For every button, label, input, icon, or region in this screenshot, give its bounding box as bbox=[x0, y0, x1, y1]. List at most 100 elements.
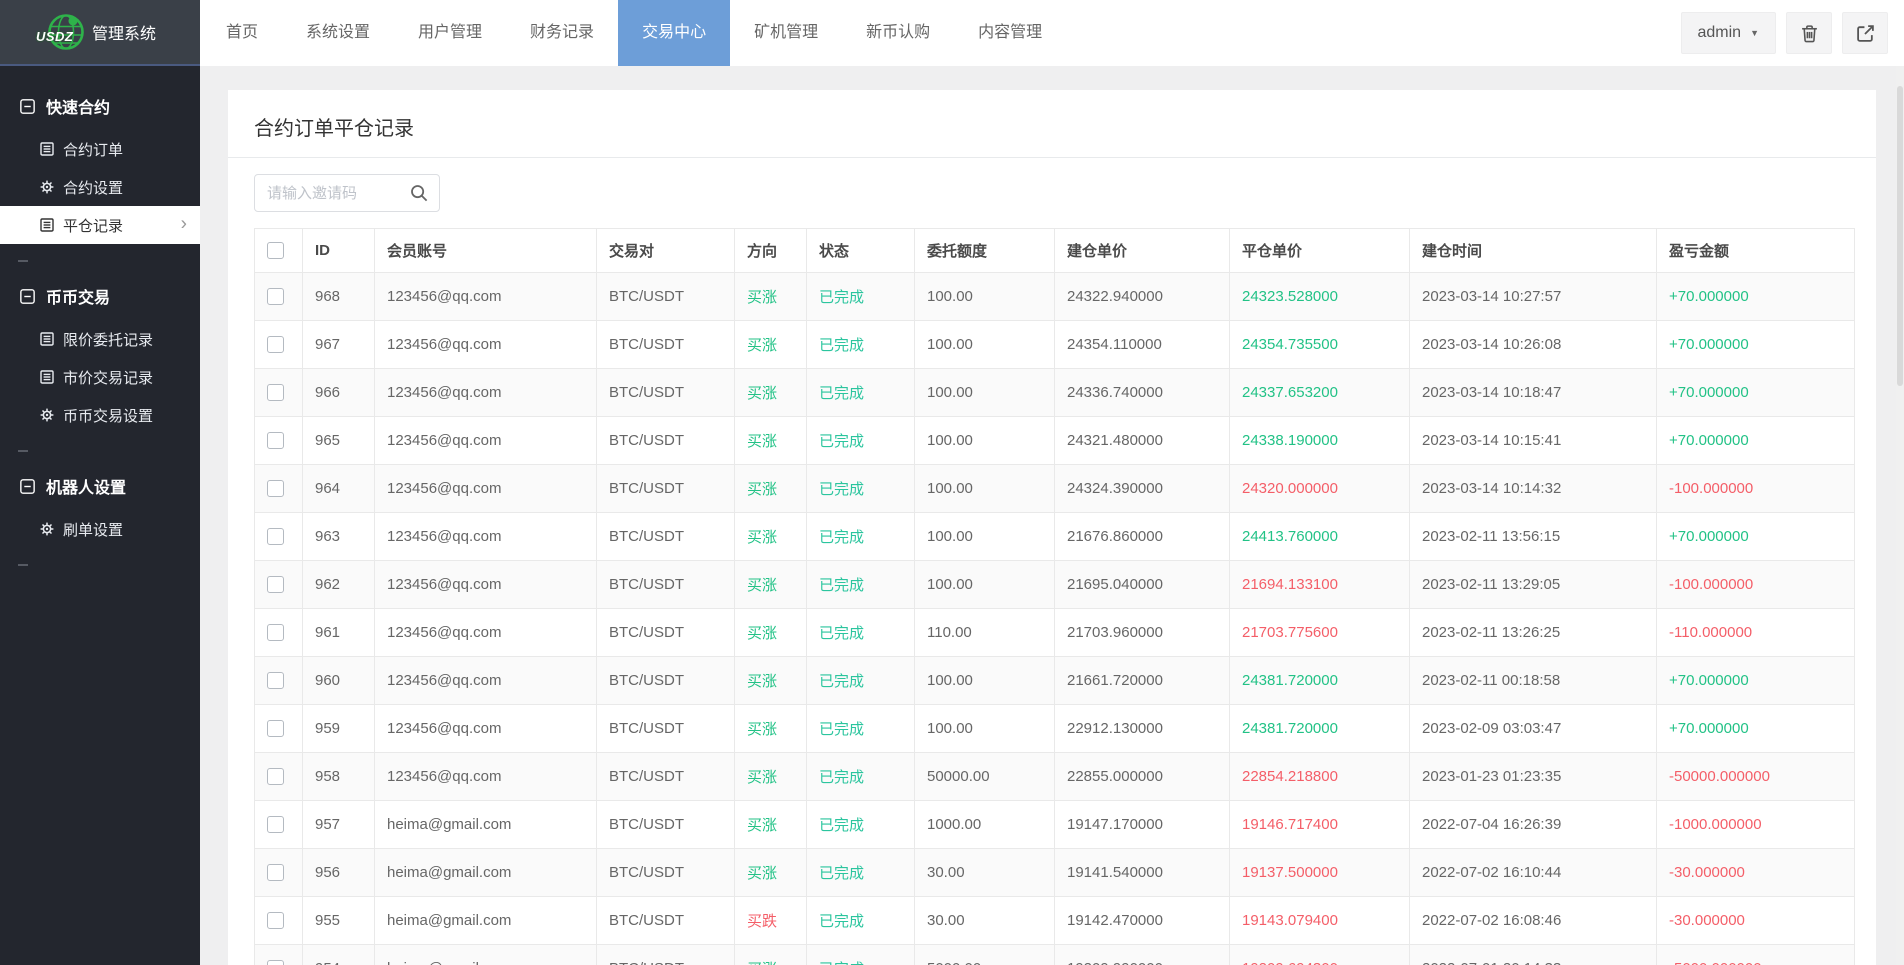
sidebar-section-2[interactable]: 币币交易 bbox=[0, 272, 200, 320]
nav-item-7[interactable]: 新币认购 bbox=[842, 0, 954, 66]
sidebar-section-1[interactable]: 快速合约 bbox=[0, 82, 200, 130]
table-cell: 买涨 bbox=[735, 801, 807, 849]
table-cell: 965 bbox=[303, 417, 375, 465]
column-header: 平仓单价 bbox=[1230, 229, 1410, 273]
table-cell: 买涨 bbox=[735, 321, 807, 369]
table-cell: 已完成 bbox=[807, 321, 915, 369]
sidebar-item[interactable]: 合约订单 bbox=[0, 130, 200, 168]
export-icon bbox=[1856, 24, 1875, 43]
table-cell bbox=[255, 753, 303, 801]
nav-item-2[interactable]: 系统设置 bbox=[282, 0, 394, 66]
row-checkbox[interactable] bbox=[267, 384, 284, 401]
table-row: 963123456@qq.comBTC/USDT买涨已完成100.0021676… bbox=[255, 513, 1855, 561]
table-cell: 2023-02-11 13:26:25 bbox=[1410, 609, 1657, 657]
table-cell: 买涨 bbox=[735, 849, 807, 897]
page-scrollbar[interactable] bbox=[1896, 66, 1904, 965]
row-checkbox[interactable] bbox=[267, 288, 284, 305]
table-cell: 2022-07-04 16:26:39 bbox=[1410, 801, 1657, 849]
nav-item-4[interactable]: 财务记录 bbox=[506, 0, 618, 66]
table-cell: 966 bbox=[303, 369, 375, 417]
table-cell: 963 bbox=[303, 513, 375, 561]
table-cell: 955 bbox=[303, 897, 375, 945]
sidebar-item[interactable]: 平仓记录› bbox=[0, 206, 200, 244]
table-cell: 2023-02-11 13:29:05 bbox=[1410, 561, 1657, 609]
table-cell: +70.000000 bbox=[1657, 321, 1855, 369]
table-cell: 24381.720000 bbox=[1230, 657, 1410, 705]
table-cell: 已完成 bbox=[807, 657, 915, 705]
sidebar-item[interactable]: 市价交易记录 bbox=[0, 358, 200, 396]
table-cell: 已完成 bbox=[807, 513, 915, 561]
sidebar-item[interactable]: 限价委托记录 bbox=[0, 320, 200, 358]
sidebar-item[interactable]: 币币交易设置 bbox=[0, 396, 200, 434]
table-cell: heima@gmail.com bbox=[375, 801, 597, 849]
clear-cache-button[interactable] bbox=[1786, 12, 1832, 54]
nav-item-5[interactable]: 交易中心 bbox=[618, 0, 730, 66]
table-cell: 2022-07-01 20:14:33 bbox=[1410, 945, 1657, 965]
search-icon[interactable] bbox=[409, 183, 429, 203]
table-cell: +70.000000 bbox=[1657, 417, 1855, 465]
row-checkbox[interactable] bbox=[267, 816, 284, 833]
table-row: 966123456@qq.comBTC/USDT买涨已完成100.0024336… bbox=[255, 369, 1855, 417]
table-cell: 5000.00 bbox=[915, 945, 1055, 965]
table-cell: 21694.133100 bbox=[1230, 561, 1410, 609]
select-all-checkbox[interactable] bbox=[267, 242, 284, 259]
admin-dropdown[interactable]: admin ▼ bbox=[1681, 12, 1777, 54]
row-checkbox[interactable] bbox=[267, 864, 284, 881]
sidebar: 快速合约合约订单合约设置平仓记录› 币币交易限价委托记录市价交易记录币币交易设置机… bbox=[0, 66, 200, 965]
table-cell: 已完成 bbox=[807, 705, 915, 753]
logo[interactable]: USDZ 管理系统 bbox=[0, 0, 200, 66]
sidebar-divider bbox=[18, 450, 28, 452]
table-cell: +70.000000 bbox=[1657, 369, 1855, 417]
row-checkbox[interactable] bbox=[267, 336, 284, 353]
nav-item-8[interactable]: 内容管理 bbox=[954, 0, 1066, 66]
table-cell: 24336.740000 bbox=[1055, 369, 1230, 417]
logo-text: USDZ bbox=[36, 29, 73, 44]
nav-item-6[interactable]: 矿机管理 bbox=[730, 0, 842, 66]
table-cell: 已完成 bbox=[807, 753, 915, 801]
table-cell: BTC/USDT bbox=[597, 321, 735, 369]
table-cell: 已完成 bbox=[807, 561, 915, 609]
row-checkbox[interactable] bbox=[267, 624, 284, 641]
table-cell: 2023-01-23 01:23:35 bbox=[1410, 753, 1657, 801]
sidebar-section-3[interactable]: 机器人设置 bbox=[0, 462, 200, 510]
table-cell: 21676.860000 bbox=[1055, 513, 1230, 561]
table-cell: +70.000000 bbox=[1657, 273, 1855, 321]
table-cell: 123456@qq.com bbox=[375, 657, 597, 705]
table-cell: 100.00 bbox=[915, 273, 1055, 321]
table-row: 967123456@qq.comBTC/USDT买涨已完成100.0024354… bbox=[255, 321, 1855, 369]
row-checkbox[interactable] bbox=[267, 528, 284, 545]
table-cell bbox=[255, 417, 303, 465]
column-header: 委托额度 bbox=[915, 229, 1055, 273]
row-checkbox[interactable] bbox=[267, 720, 284, 737]
sidebar-item[interactable]: 刷单设置 bbox=[0, 510, 200, 548]
row-checkbox[interactable] bbox=[267, 576, 284, 593]
row-checkbox[interactable] bbox=[267, 960, 284, 965]
column-header: 建仓时间 bbox=[1410, 229, 1657, 273]
table-cell bbox=[255, 273, 303, 321]
table-cell: 100.00 bbox=[915, 561, 1055, 609]
row-checkbox[interactable] bbox=[267, 768, 284, 785]
caret-down-icon: ▼ bbox=[1750, 28, 1759, 38]
table-cell: 100.00 bbox=[915, 513, 1055, 561]
records-table: ID会员账号交易对方向状态委托额度建仓单价平仓单价建仓时间盈亏金额 968123… bbox=[254, 228, 1855, 965]
sidebar-item[interactable]: 合约设置 bbox=[0, 168, 200, 206]
table-cell: 19209.990000 bbox=[1055, 945, 1230, 965]
nav-item-3[interactable]: 用户管理 bbox=[394, 0, 506, 66]
table-cell: 21703.775600 bbox=[1230, 609, 1410, 657]
row-checkbox[interactable] bbox=[267, 912, 284, 929]
table-cell: 买跌 bbox=[735, 897, 807, 945]
row-checkbox[interactable] bbox=[267, 432, 284, 449]
table-cell: 买涨 bbox=[735, 417, 807, 465]
logout-button[interactable] bbox=[1842, 12, 1888, 54]
table-cell bbox=[255, 657, 303, 705]
table-cell: 24320.000000 bbox=[1230, 465, 1410, 513]
table-cell: BTC/USDT bbox=[597, 897, 735, 945]
row-checkbox[interactable] bbox=[267, 480, 284, 497]
table-cell bbox=[255, 705, 303, 753]
column-header: 会员账号 bbox=[375, 229, 597, 273]
row-checkbox[interactable] bbox=[267, 672, 284, 689]
nav-item-1[interactable]: 首页 bbox=[202, 0, 282, 66]
table-cell: 123456@qq.com bbox=[375, 609, 597, 657]
scrollbar-thumb[interactable] bbox=[1897, 86, 1903, 386]
table-cell bbox=[255, 513, 303, 561]
